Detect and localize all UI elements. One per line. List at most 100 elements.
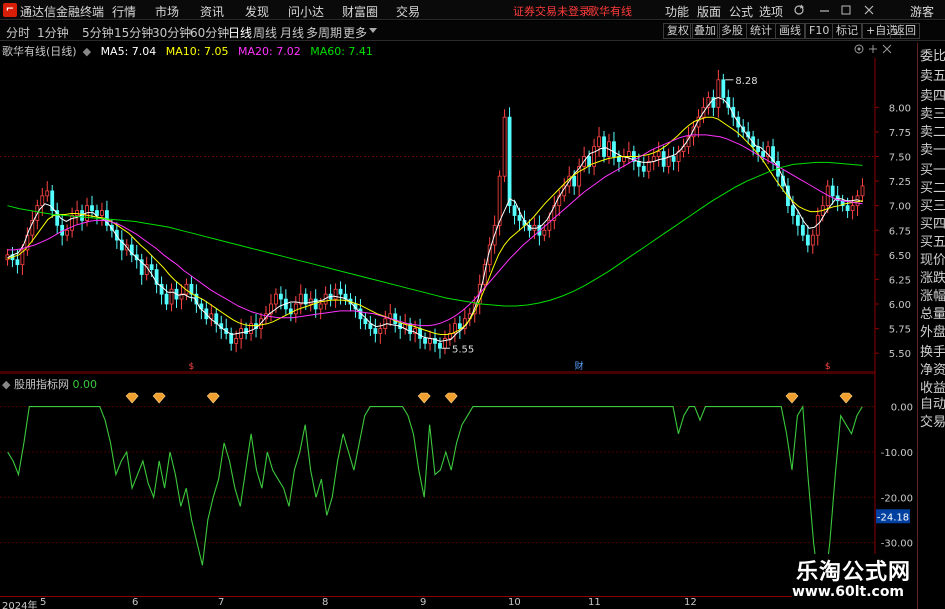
y-tick-label: 5.50 bbox=[889, 349, 911, 360]
ma60-label: MA60: 7.41 bbox=[310, 45, 373, 58]
mark-button[interactable]: 标记 bbox=[832, 23, 862, 39]
candle-body bbox=[671, 156, 676, 162]
refresh-icon[interactable] bbox=[794, 4, 804, 15]
chevron-down-icon[interactable] bbox=[369, 28, 377, 33]
ma10-line bbox=[7, 116, 863, 335]
period-tab-daily[interactable]: 日线 bbox=[228, 24, 252, 41]
close-icon[interactable] bbox=[864, 5, 874, 15]
candle-body bbox=[418, 328, 422, 339]
order-book-label: 净资 bbox=[920, 363, 945, 378]
guest-label[interactable]: 游客 bbox=[910, 3, 934, 20]
period-tab-5min[interactable]: 5分钟 bbox=[82, 24, 114, 41]
annotation-label: 8.28 bbox=[735, 76, 757, 87]
menu-item-quotes[interactable]: 行情 bbox=[112, 3, 136, 20]
overlay-button[interactable]: 叠加 bbox=[690, 23, 720, 39]
diamond-signal-icon bbox=[206, 392, 220, 404]
stats-button[interactable]: 统计 bbox=[746, 23, 776, 39]
stock-name-label: 歌华有线 bbox=[588, 5, 632, 18]
order-book-label[interactable]: 自动 bbox=[920, 393, 945, 412]
candle-body bbox=[149, 264, 154, 270]
plus-icon[interactable] bbox=[869, 45, 877, 53]
candle-body bbox=[169, 288, 174, 305]
price-chart[interactable]: 8.00 7.75 7.50 7.25 7.00 6.75 6.50 6.25 6.00 5.75… bbox=[0, 58, 917, 373]
candle-body bbox=[532, 224, 537, 231]
settings-dot-icon[interactable]: ◆ bbox=[2, 378, 10, 391]
period-tab-intraday[interactable]: 分时 bbox=[6, 24, 30, 41]
menu-item-options[interactable]: 选项 bbox=[759, 3, 783, 20]
candle-body bbox=[656, 151, 661, 157]
adjust-button[interactable]: 复权 bbox=[663, 23, 693, 39]
settings-icon[interactable] bbox=[854, 44, 864, 54]
y-tick-label: 7.00 bbox=[889, 202, 911, 213]
menu-item-discover[interactable]: 发现 bbox=[245, 3, 269, 20]
candle-body bbox=[378, 328, 383, 334]
period-toolbar: 分时 1分钟 5分钟 15分钟 30分钟 60分钟 日线 周线 月线 多周期 更… bbox=[0, 21, 945, 41]
candle-body bbox=[278, 293, 283, 300]
menu-item-function[interactable]: 功能 bbox=[665, 3, 689, 20]
event-marker: $ bbox=[189, 362, 195, 372]
ma5-line bbox=[7, 96, 863, 342]
period-tab-weekly[interactable]: 周线 bbox=[253, 24, 277, 41]
menu-item-layout[interactable]: 版面 bbox=[697, 3, 721, 20]
menu-item-market[interactable]: 市场 bbox=[155, 3, 179, 20]
period-tab-30min[interactable]: 30分钟 bbox=[152, 24, 191, 41]
period-tab-60min[interactable]: 60分钟 bbox=[190, 24, 229, 41]
stock-logo-icon: ⌐ bbox=[3, 3, 17, 17]
date-axis: 2024年 5 6 7 8 9 10 11 12 bbox=[0, 596, 875, 609]
title-bar: ⌐ 通达信金融终端 行情 市场 资讯 发现 问小达 财富圈 交易 证券交易未登录… bbox=[0, 0, 945, 20]
candle-body bbox=[502, 116, 507, 177]
candle-body bbox=[438, 342, 442, 349]
period-tab-15min[interactable]: 15分钟 bbox=[114, 24, 153, 41]
order-book-label: 现价 bbox=[920, 253, 945, 268]
period-tab-more[interactable]: 更多 bbox=[343, 24, 367, 41]
draw-button[interactable]: 画线 bbox=[775, 23, 805, 39]
menu-item-wealth-circle[interactable]: 财富圈 bbox=[342, 3, 378, 20]
date-axis-label: 12 bbox=[684, 597, 697, 608]
period-tab-monthly[interactable]: 月线 bbox=[280, 24, 304, 41]
candle-body bbox=[761, 151, 765, 157]
menu-item-formula[interactable]: 公式 bbox=[729, 3, 753, 20]
candle-body bbox=[597, 136, 601, 148]
order-book-label: 涨幅 bbox=[920, 289, 945, 304]
candle-body bbox=[100, 210, 104, 216]
login-notice[interactable]: 证券交易未登录 bbox=[513, 3, 590, 19]
ma10-label: MA10: 7.05 bbox=[165, 45, 229, 58]
settings-dot-icon[interactable]: ◆ bbox=[83, 45, 91, 58]
y-tick-label: 8.00 bbox=[889, 103, 911, 114]
candle-body bbox=[293, 303, 298, 315]
period-tab-multi[interactable]: 多周期 bbox=[306, 24, 342, 41]
menu-item-ask[interactable]: 问小达 bbox=[288, 3, 324, 20]
candle-body bbox=[45, 190, 50, 197]
menu-item-trade[interactable]: 交易 bbox=[396, 3, 420, 20]
candle-body bbox=[542, 229, 547, 236]
period-tab-1min[interactable]: 1分钟 bbox=[37, 24, 69, 41]
candle-body bbox=[626, 151, 631, 157]
date-axis-label: 6 bbox=[132, 597, 139, 608]
candle-body bbox=[517, 215, 522, 221]
menu-item-news[interactable]: 资讯 bbox=[200, 3, 224, 20]
date-axis-label: 2024年 bbox=[2, 601, 38, 609]
back-button[interactable]: 返回 bbox=[890, 23, 920, 39]
y-tick-label: 7.50 bbox=[889, 153, 911, 164]
candle-body bbox=[810, 234, 815, 246]
candle-body bbox=[15, 259, 20, 266]
indicator-chart[interactable]: 0.00-10.00-20.00-30.0014:5614:5614:5614:… bbox=[0, 373, 917, 596]
indicator-value: 0.00 bbox=[72, 378, 97, 391]
close-icon[interactable] bbox=[882, 44, 892, 54]
event-marker: $ bbox=[825, 362, 831, 372]
candle-body bbox=[338, 288, 343, 295]
f10-button[interactable]: F10 bbox=[805, 23, 834, 39]
order-book-label[interactable]: 交易 bbox=[920, 411, 945, 430]
candle-body bbox=[40, 195, 45, 207]
candle-body bbox=[512, 205, 517, 216]
candle-body bbox=[164, 293, 169, 305]
event-marker: 财 bbox=[575, 360, 584, 372]
restore-icon[interactable] bbox=[841, 5, 851, 15]
candle-body bbox=[65, 229, 70, 236]
multi-stock-button[interactable]: 多股 bbox=[717, 23, 747, 39]
app-title: 通达信金融终端 bbox=[20, 5, 105, 19]
ma5-label: MA5: 7.04 bbox=[100, 45, 157, 58]
indicator-line bbox=[7, 404, 863, 589]
y-tick-label: 0.00 bbox=[891, 403, 913, 414]
y-tick-label: -10.00 bbox=[881, 448, 913, 459]
